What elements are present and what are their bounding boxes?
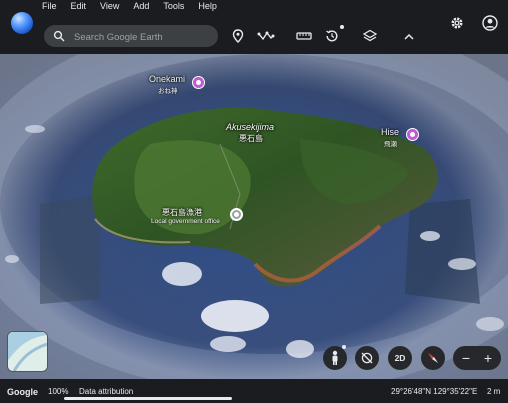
satellite-imagery [0, 54, 508, 379]
notification-dot [340, 25, 344, 29]
add-path-button[interactable] [256, 26, 276, 46]
office-sublabel: Local government office [151, 218, 220, 225]
data-attribution-link[interactable]: Data attribution [79, 387, 133, 396]
menu-help[interactable]: Help [198, 0, 223, 12]
search-icon [53, 30, 65, 42]
island-sublabel: 悪石島 [239, 134, 263, 143]
zoom-control: − + [453, 346, 501, 370]
search-bar[interactable] [44, 25, 218, 47]
menu-file[interactable]: File [42, 0, 63, 12]
coordinates-readout: 29°26'48"N 129°35'22"E [391, 387, 478, 396]
minimap-graphic [8, 332, 47, 371]
overview-minimap[interactable] [7, 331, 48, 372]
menu-tools[interactable]: Tools [163, 0, 190, 12]
measure-button[interactable] [294, 26, 314, 46]
street-view-dot [342, 345, 346, 349]
menu-view[interactable]: View [100, 0, 125, 12]
place-label-hise[interactable]: Hise [381, 127, 399, 137]
tilt-reset-icon [361, 352, 373, 364]
layers-icon [363, 29, 377, 42]
place-sublabel-onekami: おね神 [158, 88, 178, 95]
office-label[interactable]: 悪石島漁港 [162, 207, 202, 218]
search-input[interactable] [72, 28, 216, 46]
street-view-button[interactable] [323, 346, 347, 370]
place-pin-onekami[interactable] [192, 76, 205, 89]
toggle-2d-button[interactable]: 2D [388, 346, 412, 370]
ruler-icon [296, 32, 312, 40]
path-icon [257, 31, 275, 41]
placemark-icon [232, 29, 244, 43]
scale-readout: 2 m [487, 387, 501, 396]
pegman-icon [332, 350, 338, 365]
history-icon [326, 30, 338, 42]
layers-button[interactable] [360, 26, 380, 46]
zoom-out-button[interactable]: − [457, 349, 475, 367]
place-label-onekami[interactable]: Onekami [149, 74, 185, 84]
compass-icon [428, 353, 438, 363]
historical-imagery-button[interactable] [322, 26, 342, 46]
place-sublabel-hise: 飛瀬 [384, 141, 397, 148]
menu-edit[interactable]: Edit [71, 0, 93, 12]
collapse-toolbar-button[interactable] [399, 26, 419, 46]
zoom-percent: 100% [48, 387, 69, 396]
toggle-2d-label: 2D [394, 353, 406, 363]
settings-button[interactable] [447, 13, 467, 33]
compass-button[interactable] [421, 346, 445, 370]
gear-icon [451, 17, 463, 29]
menu-add[interactable]: Add [133, 0, 155, 12]
home-indicator [64, 397, 232, 400]
reset-tilt-button[interactable] [355, 346, 379, 370]
place-pin-hise[interactable] [406, 128, 419, 141]
zoom-in-button[interactable]: + [479, 349, 497, 367]
app-toolbar: File Edit View Add Tools Help [0, 0, 508, 54]
island-label[interactable]: Akusekijima [226, 122, 274, 132]
government-office-pin[interactable] [230, 208, 243, 221]
chevron-up-icon [404, 33, 414, 40]
earth-view[interactable]: Onekami おね神 Hise 飛瀬 Akusekijima 悪石島 悪石島漁… [0, 54, 508, 379]
account-button[interactable] [480, 13, 500, 33]
avatar-icon [482, 15, 498, 31]
google-earth-logo[interactable] [11, 12, 33, 34]
menu-bar: File Edit View Add Tools Help [42, 0, 231, 12]
add-placemark-button[interactable] [228, 26, 248, 46]
google-logo: Google [7, 387, 38, 397]
